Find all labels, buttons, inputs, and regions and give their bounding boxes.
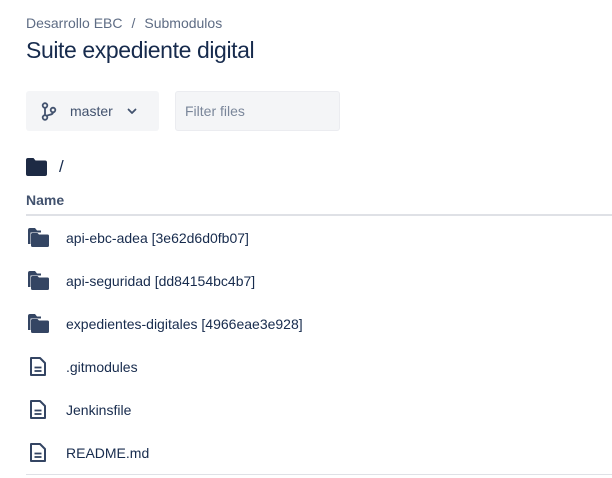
file-row-expedientes-digitales[interactable]: expedientes-digitales [4966eae3e928] [26, 302, 612, 345]
file-icon [26, 441, 50, 465]
branch-selector-button[interactable]: master [26, 91, 159, 131]
file-list: api-ebc-adea [3e62d6d0fb07] api-segurida… [26, 216, 612, 474]
file-row-api-seguridad[interactable]: api-seguridad [dd84154bc4b7] [26, 259, 612, 302]
branch-icon [40, 101, 58, 121]
file-name[interactable]: api-ebc-adea [3e62d6d0fb07] [66, 230, 249, 246]
file-name[interactable]: expedientes-digitales [4966eae3e928] [66, 316, 303, 332]
breadcrumb-repo-link[interactable]: Submodulos [144, 15, 222, 31]
page-title: Suite expediente digital [26, 37, 255, 63]
folder-icon [26, 269, 50, 293]
file-link[interactable]: api-seguridad [dd84154bc4b7] [66, 273, 255, 289]
column-header-name[interactable]: Name [26, 192, 64, 208]
folder-icon [26, 226, 50, 250]
file-name[interactable]: .gitmodules [66, 359, 138, 375]
file-row-readme[interactable]: README.md [26, 431, 612, 474]
folder-icon [26, 312, 50, 336]
file-row-jenkinsfile[interactable]: Jenkinsfile [26, 388, 612, 431]
file-name[interactable]: api-seguridad [dd84154bc4b7] [66, 273, 255, 289]
file-name[interactable]: README.md [66, 445, 149, 461]
file-link[interactable]: api-ebc-adea [3e62d6d0fb07] [66, 230, 249, 246]
current-path: / [26, 157, 64, 177]
path-root[interactable]: / [59, 157, 64, 177]
file-row-gitmodules[interactable]: .gitmodules [26, 345, 612, 388]
list-bottom-divider [26, 474, 612, 475]
file-link[interactable]: .gitmodules [66, 359, 138, 375]
file-link[interactable]: expedientes-digitales [4966eae3e928] [66, 316, 303, 332]
breadcrumb-project-link[interactable]: Desarrollo EBC [26, 15, 122, 31]
branch-label: master [70, 103, 113, 119]
file-link[interactable]: README.md [66, 445, 149, 461]
file-link[interactable]: Jenkinsfile [66, 402, 131, 418]
file-icon [26, 398, 50, 422]
filter-files-input[interactable] [175, 91, 340, 131]
file-name[interactable]: Jenkinsfile [66, 402, 131, 418]
folder-icon [26, 158, 47, 176]
chevron-down-icon [127, 106, 137, 116]
file-row-api-ebc-adea[interactable]: api-ebc-adea [3e62d6d0fb07] [26, 216, 612, 259]
breadcrumb: Desarrollo EBC / Submodulos [26, 14, 222, 32]
file-icon [26, 355, 50, 379]
breadcrumb-separator: / [131, 15, 136, 31]
